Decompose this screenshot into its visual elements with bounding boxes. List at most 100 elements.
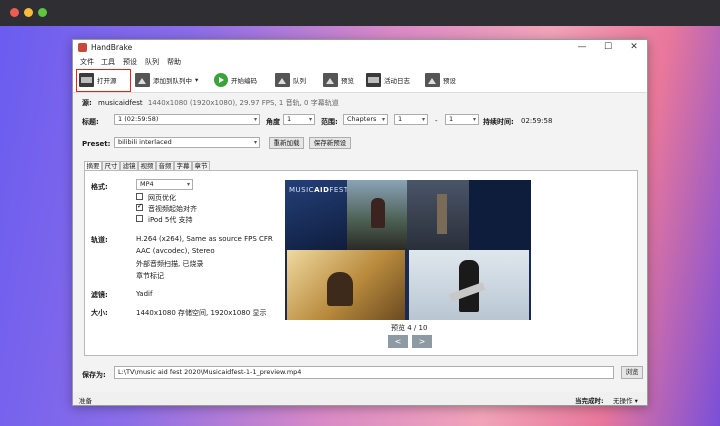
format-label: 格式: xyxy=(91,183,108,191)
summary-panel: 格式: MP4 ▾ 网页优化 音视频起始对齐 iPod 5代 支持 轨道: H.2… xyxy=(84,170,638,356)
title-select[interactable]: 1 (02:59:58) ▾ xyxy=(114,114,260,125)
start-encode-button[interactable]: 开始编码 xyxy=(214,71,257,89)
window-title: HandBrake xyxy=(91,43,133,52)
browse-button[interactable]: 浏览 xyxy=(621,366,643,379)
web-optimized-label: 网页优化 xyxy=(148,194,176,202)
filters-value: Yadif xyxy=(136,290,153,298)
track-audio: AAC (avcodec), Stereo xyxy=(136,247,215,255)
duration-value: 02:59:58 xyxy=(521,117,553,125)
format-select[interactable]: MP4 ▾ xyxy=(136,179,193,190)
queue-icon xyxy=(275,73,290,87)
chevron-down-icon: ▾ xyxy=(421,116,425,123)
presets-icon xyxy=(425,73,440,87)
add-to-queue-label: 添加到队列中 xyxy=(153,77,192,85)
queue-button[interactable]: 队列 xyxy=(275,71,306,89)
preset-select-value: bilibili interlaced xyxy=(118,138,172,146)
preview-next-button[interactable]: > xyxy=(412,335,432,348)
chevron-down-icon: ▾ xyxy=(186,181,190,188)
preview-cell-guitarist xyxy=(409,250,529,320)
when-done-select[interactable]: 无操作 ▾ xyxy=(613,395,638,405)
tracks-label: 轨道: xyxy=(91,236,108,244)
open-source-button[interactable]: 打开源 xyxy=(79,71,117,89)
save-path-input[interactable]: L:\TV\music aid fest 2020\Musicaidfest-1… xyxy=(114,366,614,379)
presets-label: 预设 xyxy=(443,77,456,85)
menu-presets[interactable]: 预设 xyxy=(123,57,137,67)
angle-select-value: 1 xyxy=(287,115,292,123)
save-as-label: 保存为: xyxy=(82,371,106,379)
chevron-down-icon[interactable]: ▾ xyxy=(195,76,198,84)
window-titlebar: HandBrake — ☐ ✕ xyxy=(73,40,647,55)
web-optimized-checkbox[interactable] xyxy=(136,193,143,200)
size-value: 1440x1080 存储空间, 1920x1080 显示 xyxy=(136,309,267,317)
presets-button[interactable]: 预设 xyxy=(425,71,456,89)
source-row: 源: musicaidfest 1440x1080 (1920x1080), 2… xyxy=(82,98,339,108)
track-video: H.264 (x264), Same as source FPS CFR xyxy=(136,235,273,243)
status-bar: 准备 当完成时: 无操作 ▾ xyxy=(73,392,647,405)
mac-close-dot[interactable] xyxy=(10,8,19,17)
range-end-value: 1 xyxy=(449,115,454,123)
preview-counter: 预览 4 / 10 xyxy=(391,324,428,332)
preview-icon xyxy=(323,73,338,87)
ipod-checkbox[interactable] xyxy=(136,215,143,222)
source-info: 1440x1080 (1920x1080), 29.97 FPS, 1 音轨, … xyxy=(147,99,339,107)
range-type-select[interactable]: Chapters ▾ xyxy=(343,114,388,125)
preview-button[interactable]: 预览 xyxy=(323,71,354,89)
chevron-down-icon: ▾ xyxy=(308,116,312,123)
close-button[interactable]: ✕ xyxy=(621,41,647,54)
source-name: musicaidfest xyxy=(98,99,143,107)
range-label: 范围: xyxy=(321,118,338,126)
range-start-select[interactable]: 1 ▾ xyxy=(394,114,428,125)
activity-log-button[interactable]: 活动日志 xyxy=(366,71,410,89)
range-end-select[interactable]: 1 ▾ xyxy=(445,114,479,125)
track-chapters: 章节标记 xyxy=(136,272,164,280)
range-type-value: Chapters xyxy=(347,115,377,123)
when-done-label: 当完成时: xyxy=(575,397,604,405)
menu-file[interactable]: 文件 xyxy=(80,57,94,67)
preview-image: MUSICAIDFEST xyxy=(285,180,531,320)
minimize-button[interactable]: — xyxy=(569,41,595,54)
chevron-down-icon: ▾ xyxy=(253,116,257,123)
range-separator: - xyxy=(435,117,438,125)
preset-select[interactable]: bilibili interlaced ▾ xyxy=(114,137,260,148)
track-subtitle: 外部音频扫描, 已烧录 xyxy=(136,260,204,268)
angle-label: 角度 xyxy=(266,118,280,126)
size-label: 大小: xyxy=(91,309,108,317)
preview-label: 预览 xyxy=(341,77,354,85)
chevron-down-icon: ▾ xyxy=(253,139,257,146)
open-source-label: 打开源 xyxy=(97,77,117,85)
handbrake-window: HandBrake — ☐ ✕ 文件 工具 预设 队列 帮助 打开源 添加到队列… xyxy=(72,39,648,406)
align-av-checkbox[interactable] xyxy=(136,202,143,211)
add-queue-icon xyxy=(135,73,150,87)
menu-queue[interactable]: 队列 xyxy=(145,57,159,67)
menu-help[interactable]: 帮助 xyxy=(167,57,181,67)
reload-preset-button[interactable]: 重新加载 xyxy=(269,137,304,149)
format-select-value: MP4 xyxy=(140,180,154,188)
maximize-button[interactable]: ☐ xyxy=(595,41,621,54)
mac-minimize-dot[interactable] xyxy=(24,8,33,17)
range-start-value: 1 xyxy=(398,115,403,123)
chevron-down-icon: ▾ xyxy=(472,116,476,123)
title-select-value: 1 (02:59:58) xyxy=(118,115,159,123)
add-to-queue-button[interactable]: 添加到队列中 ▾ xyxy=(135,71,198,89)
save-new-preset-button[interactable]: 保存新预设 xyxy=(309,137,351,149)
ipod-label: iPod 5代 支持 xyxy=(148,216,193,224)
preview-prev-button[interactable]: < xyxy=(388,335,408,348)
mac-zoom-dot[interactable] xyxy=(38,8,47,17)
preview-cell-logo: MUSICAIDFEST xyxy=(285,180,348,250)
duration-label: 持续时间: xyxy=(483,118,514,126)
angle-select[interactable]: 1 ▾ xyxy=(283,114,315,125)
menu-tools[interactable]: 工具 xyxy=(101,57,115,67)
activity-log-icon xyxy=(366,73,381,87)
preview-cell-band xyxy=(287,250,405,320)
menu-bar: 文件 工具 预设 队列 帮助 xyxy=(73,55,647,67)
chevron-down-icon: ▾ xyxy=(381,116,385,123)
source-label: 源: xyxy=(82,99,92,107)
handbrake-app-icon xyxy=(78,43,87,52)
status-text: 准备 xyxy=(79,397,92,405)
preset-label: Preset: xyxy=(82,140,111,148)
film-icon xyxy=(79,73,94,87)
queue-label: 队列 xyxy=(293,77,306,85)
start-encode-label: 开始编码 xyxy=(231,77,257,85)
toolbar: 打开源 添加到队列中 ▾ 开始编码 队列 预览 活动日志 预设 xyxy=(73,67,647,93)
preview-cell-singer xyxy=(347,180,407,250)
